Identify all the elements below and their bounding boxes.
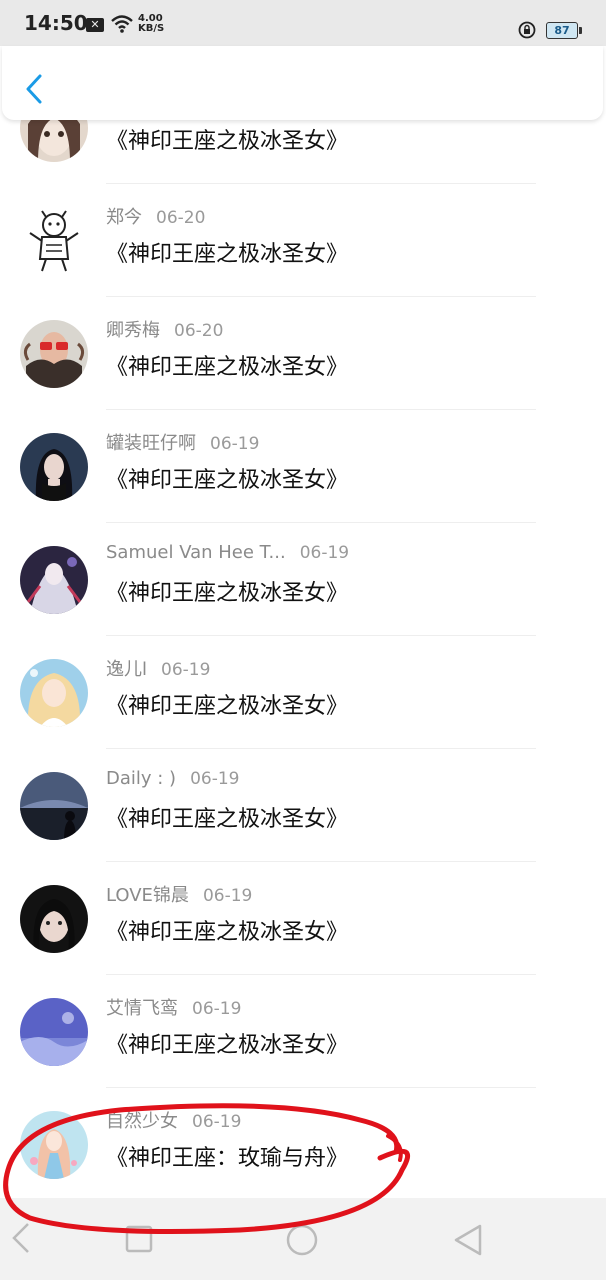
comment-meta: 卿秀梅 06-20 (106, 316, 223, 342)
user-name[interactable]: Samuel Van Hee T... (106, 542, 286, 563)
rotation-lock-icon (518, 21, 536, 39)
comment-meta: 郑今 06-20 (106, 203, 205, 229)
app-header (2, 46, 603, 120)
comment-meta: 罐装旺仔啊 06-19 (106, 429, 259, 455)
list-item[interactable]: Samuel Van Hee T... 06-19 《神印王座之极冰圣女》 (0, 523, 606, 636)
comment-date: 06-19 (192, 999, 242, 1019)
work-title: 《神印王座之极冰圣女》 (106, 468, 349, 493)
user-name[interactable]: 逸儿l (106, 659, 147, 680)
avatar[interactable] (20, 885, 88, 953)
network-speed: 4.00 KB/S (138, 14, 164, 34)
battery-indicator: 87 (546, 22, 582, 39)
comment-date: 06-19 (210, 434, 260, 454)
work-title: 《神印王座之极冰圣女》 (106, 807, 349, 832)
list-item[interactable]: 郑今 06-20 《神印王座之极冰圣女》 (0, 184, 606, 297)
comment-date: 06-19 (299, 543, 350, 563)
avatar[interactable] (20, 320, 88, 388)
triangle-back-icon[interactable] (450, 1222, 486, 1258)
avatar[interactable] (20, 546, 88, 614)
chevron-left-icon[interactable] (20, 72, 50, 106)
square-recents-icon[interactable] (124, 1224, 154, 1254)
status-bar: 14:50 ✕ 4.00 KB/S 87 (0, 0, 606, 46)
user-name[interactable]: 郑今 (106, 207, 142, 228)
user-name[interactable]: 自然少女 (106, 1111, 178, 1132)
list-item[interactable]: 艾情飞鸾 06-19 《神印王座之极冰圣女》 (0, 975, 606, 1088)
comment-meta: 自然少女 06-19 (106, 1107, 241, 1133)
work-title: 《神印王座之极冰圣女》 (106, 694, 349, 719)
user-name[interactable]: LOVE锦晨 (106, 885, 189, 906)
comment-date: 06-19 (161, 660, 211, 680)
comment-meta: LOVE锦晨 06-19 (106, 881, 252, 907)
list-item[interactable]: 逸儿l 06-19 《神印王座之极冰圣女》 (0, 636, 606, 749)
wifi-icon (111, 15, 133, 33)
list-item[interactable]: 卿秀梅 06-20 《神印王座之极冰圣女》 (0, 297, 606, 410)
work-title: 《神印王座之极冰圣女》 (106, 920, 349, 945)
list-item[interactable]: 罐装旺仔啊 06-19 《神印王座之极冰圣女》 (0, 410, 606, 523)
user-name[interactable]: 罐装旺仔啊 (106, 433, 196, 454)
work-title: 《神印王座之极冰圣女》 (106, 1033, 349, 1058)
avatar[interactable] (20, 207, 88, 275)
comment-date: 06-19 (192, 1112, 242, 1132)
list-item[interactable]: 自然少女 06-19 《神印王座：玫瑜与舟》 (0, 1088, 606, 1201)
avatar[interactable] (20, 772, 88, 840)
comment-date: 06-20 (156, 208, 206, 228)
avatar[interactable] (20, 659, 88, 727)
avatar[interactable] (20, 1111, 88, 1179)
work-title: 《神印王座之极冰圣女》 (106, 581, 349, 606)
comment-meta: 艾情飞鸾 06-19 (106, 994, 241, 1020)
comment-meta: Daily : ) 06-19 (106, 768, 239, 789)
nav-partial-icon (12, 1223, 29, 1253)
list-item[interactable]: Daily : ) 06-19 《神印王座之极冰圣女》 (0, 749, 606, 862)
work-title: 《神印王座：玫瑜与舟》 (106, 1146, 349, 1171)
avatar[interactable] (20, 998, 88, 1066)
notification-icon: ✕ (86, 18, 104, 32)
user-name[interactable]: 卿秀梅 (106, 320, 160, 341)
user-name[interactable]: 艾情飞鸾 (106, 998, 178, 1019)
comment-meta: Samuel Van Hee T... 06-19 (106, 542, 349, 563)
avatar[interactable] (20, 433, 88, 501)
work-title: 《神印王座之极冰圣女》 (106, 355, 349, 380)
network-speed-unit: KB/S (138, 23, 165, 34)
status-time: 14:50 (24, 11, 88, 35)
comment-date: 06-19 (190, 769, 240, 789)
system-nav-bar (0, 1198, 606, 1280)
list-item[interactable]: LOVE锦晨 06-19 《神印王座之极冰圣女》 (0, 862, 606, 975)
comment-date: 06-20 (174, 321, 224, 341)
comment-meta: 逸儿l 06-19 (106, 655, 210, 681)
circle-home-icon[interactable] (284, 1222, 320, 1258)
work-title: 《神印王座之极冰圣女》 (106, 129, 349, 154)
user-name[interactable]: Daily : ) (106, 768, 176, 789)
work-title: 《神印王座之极冰圣女》 (106, 242, 349, 267)
comment-date: 06-19 (202, 886, 253, 906)
